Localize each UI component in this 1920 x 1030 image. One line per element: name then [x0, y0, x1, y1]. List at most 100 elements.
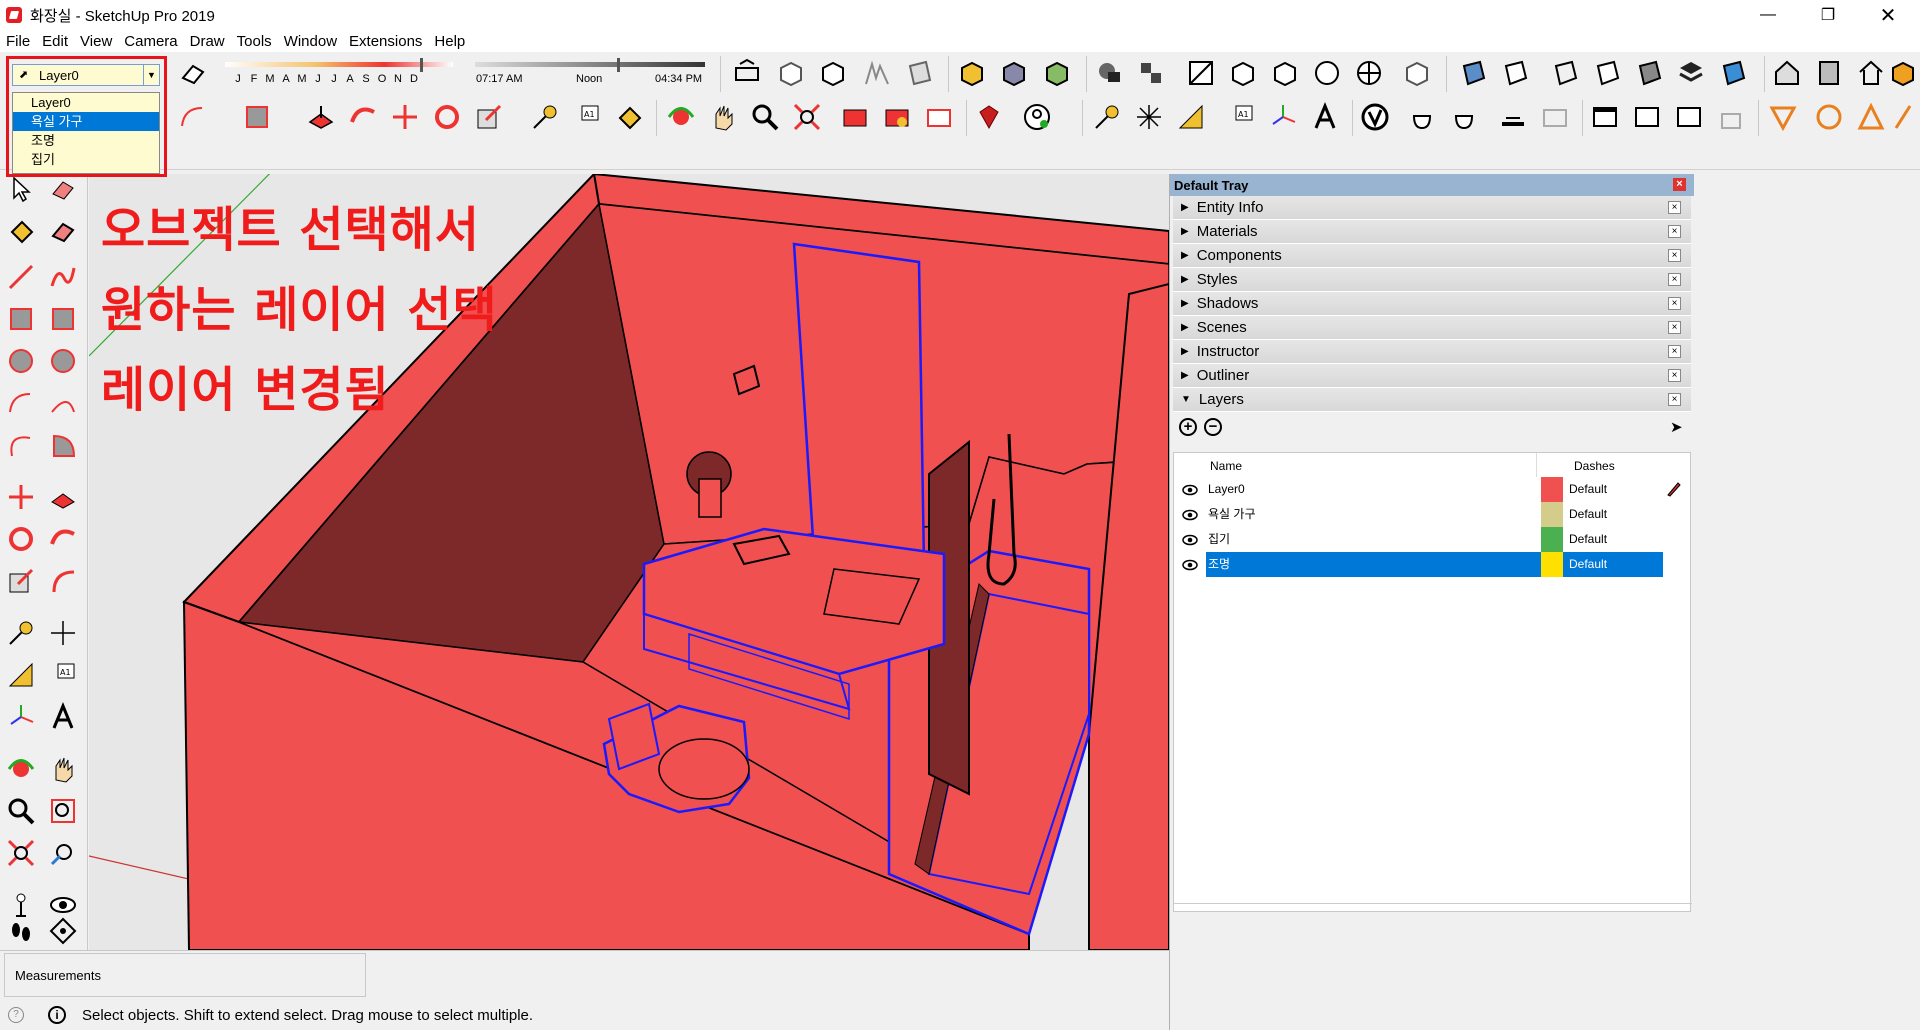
paint-bucket-icon[interactable] — [612, 100, 646, 134]
tray-close-icon[interactable]: × — [1673, 178, 1686, 191]
menu-tools[interactable]: Tools — [231, 33, 278, 50]
two-point-arc-icon[interactable] — [46, 386, 80, 420]
3d-text-icon[interactable] — [1308, 100, 1342, 134]
panel-close-icon[interactable]: × — [1668, 321, 1681, 334]
spot-light-icon[interactable] — [1766, 100, 1800, 134]
share-model-icon[interactable] — [880, 100, 914, 134]
menu-camera[interactable]: Camera — [118, 33, 183, 50]
dimension-icon[interactable] — [1090, 100, 1124, 134]
scale-icon[interactable] — [4, 564, 38, 598]
layer-option[interactable]: 조명 — [13, 131, 159, 150]
panel-close-icon[interactable]: × — [1668, 225, 1681, 238]
menu-file[interactable]: File — [0, 33, 36, 50]
panel-close-icon[interactable]: × — [1668, 249, 1681, 262]
zoom-extents-icon[interactable] — [790, 100, 824, 134]
panel-scenes[interactable]: ▶ Scenes × — [1173, 316, 1691, 340]
style-hidden-icon[interactable] — [1498, 56, 1532, 90]
menu-help[interactable]: Help — [428, 33, 471, 50]
share-component-icon[interactable] — [922, 100, 956, 134]
paint-bucket-icon[interactable] — [4, 214, 38, 248]
visibility-eye-icon[interactable] — [1174, 509, 1206, 521]
box-icon[interactable] — [774, 56, 808, 90]
layer-dashes[interactable]: Default — [1563, 527, 1663, 552]
panel-materials[interactable]: ▶ Materials × — [1173, 220, 1691, 244]
zoom-icon[interactable] — [4, 794, 38, 828]
layer-dashes[interactable]: Default — [1563, 502, 1663, 527]
rotate-icon[interactable] — [4, 522, 38, 556]
rectangle-icon[interactable] — [4, 302, 38, 336]
ruby-console-icon[interactable] — [972, 100, 1006, 134]
layer-stack-icon[interactable] — [1674, 56, 1708, 90]
tape-measure-icon[interactable] — [4, 616, 38, 650]
layer-dropdown[interactable]: ⬈ Layer0 ▼ — [12, 64, 160, 86]
style-shaded-icon[interactable] — [1456, 56, 1490, 90]
arc-icon[interactable] — [4, 386, 38, 420]
protractor-icon[interactable] — [1132, 100, 1166, 134]
push-pull-icon[interactable] — [46, 480, 80, 514]
visibility-eye-icon[interactable] — [1174, 534, 1206, 546]
window-icon[interactable] — [1588, 100, 1622, 134]
polygon-icon[interactable] — [46, 344, 80, 378]
3d-text-icon[interactable] — [46, 700, 80, 734]
move-icon[interactable] — [388, 100, 422, 134]
window-teapot-icon[interactable] — [1630, 100, 1664, 134]
geo-location-icon[interactable]: ? — [8, 1007, 24, 1023]
layer-option-selected[interactable]: 욕실 가구 — [13, 112, 159, 131]
layer-option[interactable]: 집기 — [13, 150, 159, 169]
section-plane-icon[interactable] — [46, 914, 80, 948]
layer-name[interactable]: 욕실 가구 — [1206, 502, 1541, 527]
panel-instructor[interactable]: ▶ Instructor × — [1173, 340, 1691, 364]
layer-option[interactable]: Layer0 — [13, 93, 159, 112]
back-view-icon[interactable] — [1352, 56, 1386, 90]
layer-dashes[interactable]: Default — [1563, 552, 1663, 577]
top-view-icon[interactable] — [1226, 56, 1260, 90]
cloud-render-icon[interactable] — [1672, 100, 1706, 134]
menu-view[interactable]: View — [74, 33, 118, 50]
month-slider-track[interactable] — [225, 62, 453, 67]
text-tool-icon[interactable]: A1 — [570, 100, 604, 134]
line-icon[interactable] — [4, 260, 38, 294]
xray-icon[interactable] — [955, 56, 989, 90]
iso-view-icon[interactable] — [1184, 56, 1218, 90]
style-wire-icon[interactable] — [1548, 56, 1582, 90]
panel-close-icon[interactable]: × — [1668, 297, 1681, 310]
panel-styles[interactable]: ▶ Styles × — [1173, 268, 1691, 292]
menu-extensions[interactable]: Extensions — [343, 33, 428, 50]
panel-components[interactable]: ▶ Components × — [1173, 244, 1691, 268]
orbit-icon[interactable] — [664, 100, 698, 134]
follow-me-icon[interactable] — [346, 100, 380, 134]
move-icon[interactable] — [4, 480, 38, 514]
panel-close-icon[interactable]: × — [1668, 273, 1681, 286]
rotate-icon[interactable] — [430, 100, 464, 134]
panel-outliner[interactable]: ▶ Outliner × — [1173, 364, 1691, 388]
teapot-render-icon[interactable] — [1406, 100, 1440, 134]
layer-color-swatch[interactable] — [1541, 552, 1563, 577]
select-icon[interactable] — [4, 172, 38, 206]
vray-icon[interactable] — [1358, 100, 1392, 134]
box-arrow-icon[interactable] — [816, 56, 850, 90]
home-icon[interactable] — [1854, 56, 1888, 90]
panel-close-icon[interactable]: × — [1668, 393, 1681, 406]
orbit-icon[interactable] — [4, 752, 38, 786]
label-icon[interactable]: A1 — [1224, 100, 1258, 134]
measurements-box[interactable]: Measurements — [4, 953, 366, 997]
panel-close-icon[interactable]: × — [1668, 201, 1681, 214]
delete-layer-icon[interactable]: − — [1204, 418, 1222, 436]
col-header-dashes[interactable]: Dashes — [1574, 459, 1615, 473]
push-pull-icon[interactable] — [304, 100, 338, 134]
text-tool-icon[interactable]: A1 — [46, 658, 80, 692]
render-settings-icon[interactable] — [1538, 100, 1572, 134]
scale-icon[interactable] — [472, 100, 506, 134]
panel-layers[interactable]: ▼ Layers × — [1173, 388, 1691, 412]
info-icon[interactable]: i — [48, 1006, 66, 1024]
panel-entity-info[interactable]: ▶ Entity Info × — [1173, 196, 1691, 220]
panel-close-icon[interactable]: × — [1668, 345, 1681, 358]
zoom-window-icon[interactable] — [46, 794, 80, 828]
layer-color-swatch[interactable] — [1541, 527, 1563, 552]
visibility-eye-icon[interactable] — [1174, 559, 1206, 571]
angle-icon[interactable] — [1174, 100, 1208, 134]
wireframe-icon[interactable] — [1040, 56, 1074, 90]
lock-icon[interactable] — [1714, 100, 1748, 134]
house-icon[interactable] — [1770, 56, 1804, 90]
three-point-arc-icon[interactable] — [4, 428, 38, 462]
